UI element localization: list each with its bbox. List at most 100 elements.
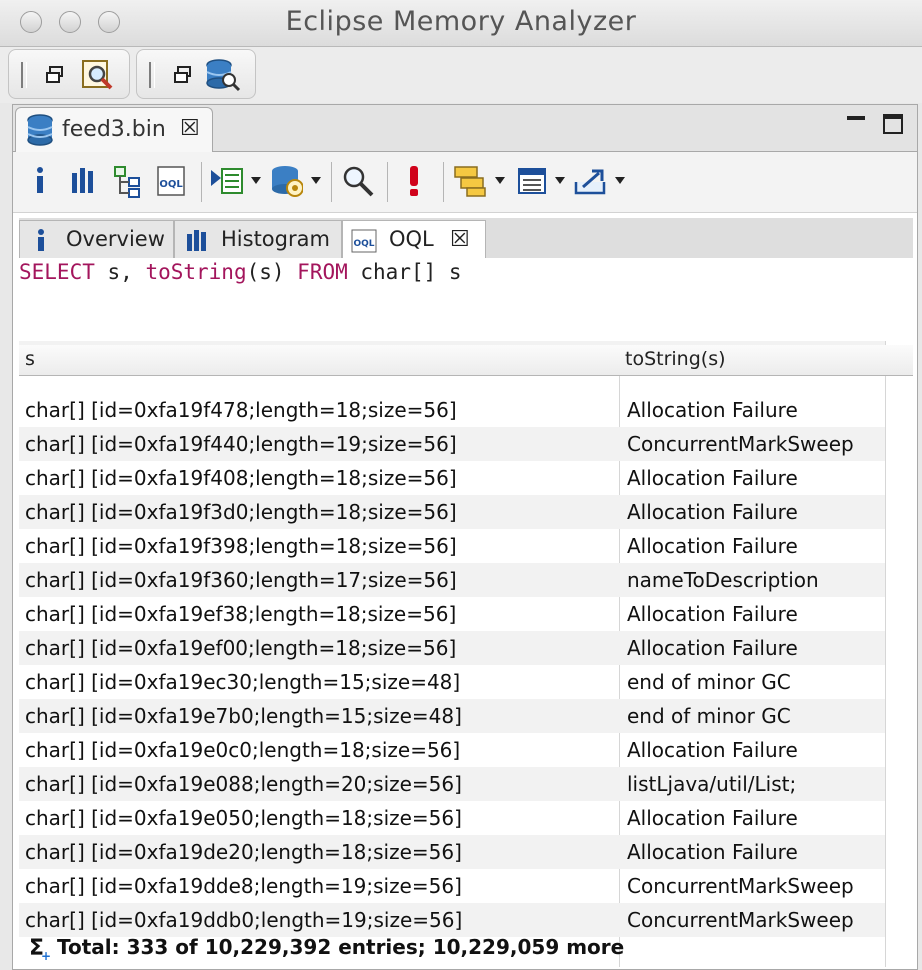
table-row[interactable]: char[] [id=0xfa19e088;length=20;size=56]… xyxy=(19,767,885,801)
cell-s: char[] [id=0xfa19f3d0;length=18;size=56] xyxy=(25,500,457,524)
tab-oql[interactable]: OQL OQL ☒ xyxy=(342,220,486,260)
cell-s: char[] [id=0xfa19e088;length=20;size=56] xyxy=(25,772,462,796)
table-row[interactable]: char[] [id=0xfa19f408;length=18;size=56]… xyxy=(19,461,885,495)
search-icon[interactable] xyxy=(341,164,375,198)
heap-dump-file-icon xyxy=(27,114,53,146)
chevron-down-icon[interactable] xyxy=(615,177,625,184)
cell-s: char[] [id=0xfa19f440;length=19;size=56] xyxy=(25,432,457,456)
oql-query-editor[interactable]: SELECT s, toString(s) FROM char[] s xyxy=(19,258,913,342)
open-heap-dump-icon[interactable] xyxy=(81,59,115,91)
query-browser-icon[interactable] xyxy=(269,164,303,198)
tab-label: Histogram xyxy=(221,227,330,251)
cell-tostring: Allocation Failure xyxy=(627,636,798,660)
table-row[interactable]: char[] [id=0xfa19e050;length=18;size=56]… xyxy=(19,801,885,835)
heap-dump-search-icon[interactable] xyxy=(205,58,241,92)
editor-tab-bar: feed3.bin ☒ xyxy=(13,105,917,152)
query-token: SELECT xyxy=(19,260,95,284)
minimize-view-button[interactable] xyxy=(847,116,865,120)
toolbar-separator xyxy=(443,162,444,202)
table-row[interactable]: char[] [id=0xfa19ef00;length=18;size=56]… xyxy=(19,631,885,665)
cell-s: char[] [id=0xfa19ec30;length=15;size=48] xyxy=(25,670,461,694)
table-row[interactable]: char[] [id=0xfa19dde8;length=19;size=56]… xyxy=(19,869,885,903)
run-report-icon[interactable] xyxy=(209,164,243,198)
table-row[interactable]: char[] [id=0xfa19f398;length=18;size=56]… xyxy=(19,529,885,563)
cell-s: char[] [id=0xfa19ddb0;length=19;size=56] xyxy=(25,908,463,932)
oql-icon: OQL xyxy=(351,229,377,253)
result-tabs: Overview Histogram OQL OQL ☒ xyxy=(19,218,913,260)
total-text: Total: 333 of 10,229,392 entries; 10,229… xyxy=(57,935,625,959)
query-token: s, xyxy=(94,260,146,284)
tab-histogram[interactable]: Histogram xyxy=(174,220,342,258)
close-tab-icon[interactable]: ☒ xyxy=(180,118,200,140)
cell-tostring: ConcurrentMarkSweep xyxy=(627,432,854,456)
table-row[interactable]: char[] [id=0xfa19de20;length=18;size=56]… xyxy=(19,835,885,869)
cell-tostring: Allocation Failure xyxy=(627,602,798,626)
export-icon[interactable] xyxy=(573,164,607,198)
cell-tostring: Allocation Failure xyxy=(627,500,798,524)
calculate-retained-size-icon[interactable] xyxy=(515,164,549,198)
query-token: toString xyxy=(145,260,247,284)
chevron-down-icon[interactable] xyxy=(311,177,321,184)
chevron-down-icon[interactable] xyxy=(251,177,261,184)
query-token: (s) xyxy=(246,260,298,284)
tab-label: OQL xyxy=(389,227,434,251)
column-header-tostring[interactable]: toString(s) xyxy=(625,348,726,370)
cell-s: char[] [id=0xfa19de20;length=18;size=56] xyxy=(25,840,462,864)
toolbar-grip[interactable] xyxy=(149,62,155,88)
tab-label: Overview xyxy=(66,227,165,251)
editor-tab-label: feed3.bin xyxy=(62,117,166,142)
heap-editor: feed3.bin ☒ OQL Overview Histogram OQL O… xyxy=(12,104,918,970)
toolbar-separator xyxy=(387,162,388,202)
window-title-bar: Eclipse Memory Analyzer xyxy=(0,0,922,47)
table-row[interactable]: char[] [id=0xfa19f360;length=17;size=56]… xyxy=(19,563,885,597)
tab-overview[interactable]: Overview xyxy=(19,220,174,258)
table-row[interactable]: char[] [id=0xfa19e0c0;length=18;size=56]… xyxy=(19,733,885,767)
table-row[interactable]: char[] [id=0xfa19e7b0;length=15;size=48]… xyxy=(19,699,885,733)
close-tab-icon[interactable]: ☒ xyxy=(450,229,470,251)
cell-tostring: Allocation Failure xyxy=(627,398,798,422)
cell-s: char[] [id=0xfa19f398;length=18;size=56] xyxy=(25,534,457,558)
editor-tab-feed3[interactable]: feed3.bin ☒ xyxy=(15,107,213,152)
cell-s: char[] [id=0xfa19f360;length=17;size=56] xyxy=(25,568,457,592)
cell-tostring: Allocation Failure xyxy=(627,806,798,830)
chevron-down-icon[interactable] xyxy=(555,177,565,184)
column-header-s[interactable]: s xyxy=(25,348,35,370)
group-by-icon[interactable] xyxy=(453,164,487,198)
cell-tostring: end of minor GC xyxy=(627,704,791,728)
cell-s: char[] [id=0xfa19ef00;length=18;size=56] xyxy=(25,636,457,660)
total-row[interactable]: Σ + Total: 333 of 10,229,392 entries; 10… xyxy=(19,931,624,963)
histogram-icon[interactable] xyxy=(67,164,101,198)
cell-tostring: nameToDescription xyxy=(627,568,819,592)
window-title: Eclipse Memory Analyzer xyxy=(285,6,637,37)
sigma-icon: Σ + xyxy=(29,936,51,961)
histogram-icon xyxy=(187,230,206,251)
info-icon[interactable] xyxy=(23,164,57,198)
table-row[interactable]: char[] [id=0xfa19ec30;length=15;size=48]… xyxy=(19,665,885,699)
toolbar-group-2 xyxy=(136,49,256,99)
toolbar-separator xyxy=(331,162,332,202)
maximize-view-button[interactable] xyxy=(883,114,903,134)
table-row[interactable]: char[] [id=0xfa19f478;length=18;size=56]… xyxy=(19,393,885,427)
table-row[interactable]: char[] [id=0xfa19f440;length=19;size=56]… xyxy=(19,427,885,461)
cell-tostring: Allocation Failure xyxy=(627,534,798,558)
leak-suspects-icon[interactable] xyxy=(399,164,433,198)
toolbar-grip[interactable] xyxy=(21,62,27,88)
query-token: char[] s xyxy=(347,260,462,284)
cell-tostring: ConcurrentMarkSweep xyxy=(627,874,854,898)
restore-icon[interactable] xyxy=(45,65,65,85)
cell-s: char[] [id=0xfa19e7b0;length=15;size=48] xyxy=(25,704,462,728)
toolbar-group-1 xyxy=(8,49,130,99)
oql-icon[interactable]: OQL xyxy=(155,164,189,198)
cell-s: char[] [id=0xfa19f408;length=18;size=56] xyxy=(25,466,457,490)
chevron-down-icon[interactable] xyxy=(495,177,505,184)
cell-s: char[] [id=0xfa19dde8;length=19;size=56] xyxy=(25,874,462,898)
cell-tostring: Allocation Failure xyxy=(627,738,798,762)
cell-s: char[] [id=0xfa19f478;length=18;size=56] xyxy=(25,398,457,422)
cell-tostring: end of minor GC xyxy=(627,670,791,694)
table-row[interactable]: char[] [id=0xfa19f3d0;length=18;size=56]… xyxy=(19,495,885,529)
restore-icon[interactable] xyxy=(173,65,193,85)
toolbar-separator xyxy=(201,162,202,202)
cell-s: char[] [id=0xfa19e0c0;length=18;size=56] xyxy=(25,738,461,762)
dominator-tree-icon[interactable] xyxy=(111,164,145,198)
table-row[interactable]: char[] [id=0xfa19ef38;length=18;size=56]… xyxy=(19,597,885,631)
